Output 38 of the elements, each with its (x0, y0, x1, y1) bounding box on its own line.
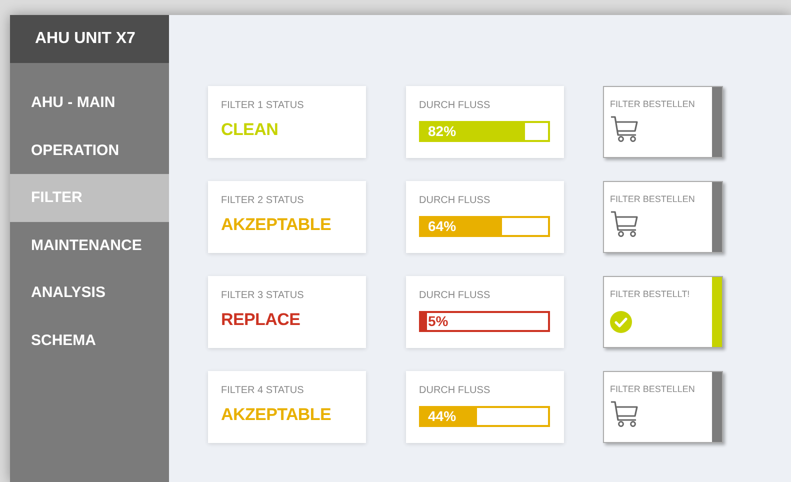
status-stripe (712, 182, 722, 252)
menu-item[interactable]: OPERATION (10, 126, 169, 174)
flow-label: DURCH FLUSS (419, 290, 490, 301)
status-label: FILTER 4 STATUS (221, 385, 304, 396)
cart-icon (610, 115, 640, 143)
flow-reading: 82% (428, 123, 456, 140)
status-label: FILTER 3 STATUS (221, 290, 304, 301)
order-card[interactable]: FILTER BESTELLEN (603, 371, 723, 443)
status-label: FILTER 2 STATUS (221, 195, 304, 206)
flow-reading: 64% (428, 218, 456, 235)
flow-label: DURCH FLUSS (419, 195, 490, 206)
menu-item[interactable]: ANALYSIS (10, 269, 169, 316)
menu-item[interactable]: SCHEMA (10, 316, 169, 364)
flow-reading: 5% (428, 313, 448, 330)
cart-icon (610, 210, 640, 238)
menu-item[interactable]: AHU - MAIN (10, 79, 169, 126)
order-card[interactable]: FILTER BESTELLEN (603, 181, 723, 253)
status-value: AKZEPTABLE (221, 215, 332, 235)
order-label: FILTER BESTELLT! (610, 289, 690, 299)
status-label: FILTER 1 STATUS (221, 100, 304, 111)
cart-icon (610, 400, 640, 428)
order-label: FILTER BESTELLEN (610, 194, 695, 204)
flow-reading: 44% (428, 408, 456, 425)
unit-title: AHU UNIT X7 (35, 30, 136, 48)
status-stripe (712, 372, 722, 442)
menu-item[interactable]: MAINTENANCE (10, 222, 169, 269)
flow-label: DURCH FLUSS (419, 385, 490, 396)
order-card[interactable]: FILTER BESTELLEN (603, 86, 723, 158)
status-value: AKZEPTABLE (221, 405, 332, 425)
status-stripe (712, 277, 722, 347)
order-label: FILTER BESTELLEN (610, 99, 695, 109)
order-card[interactable]: FILTER BESTELLT! (603, 276, 723, 348)
flow-label: DURCH FLUSS (419, 100, 490, 111)
check-icon (610, 311, 632, 333)
order-label: FILTER BESTELLEN (610, 384, 695, 394)
status-value: REPLACE (221, 310, 300, 330)
status-value: CLEAN (221, 120, 278, 140)
status-stripe (712, 87, 722, 157)
